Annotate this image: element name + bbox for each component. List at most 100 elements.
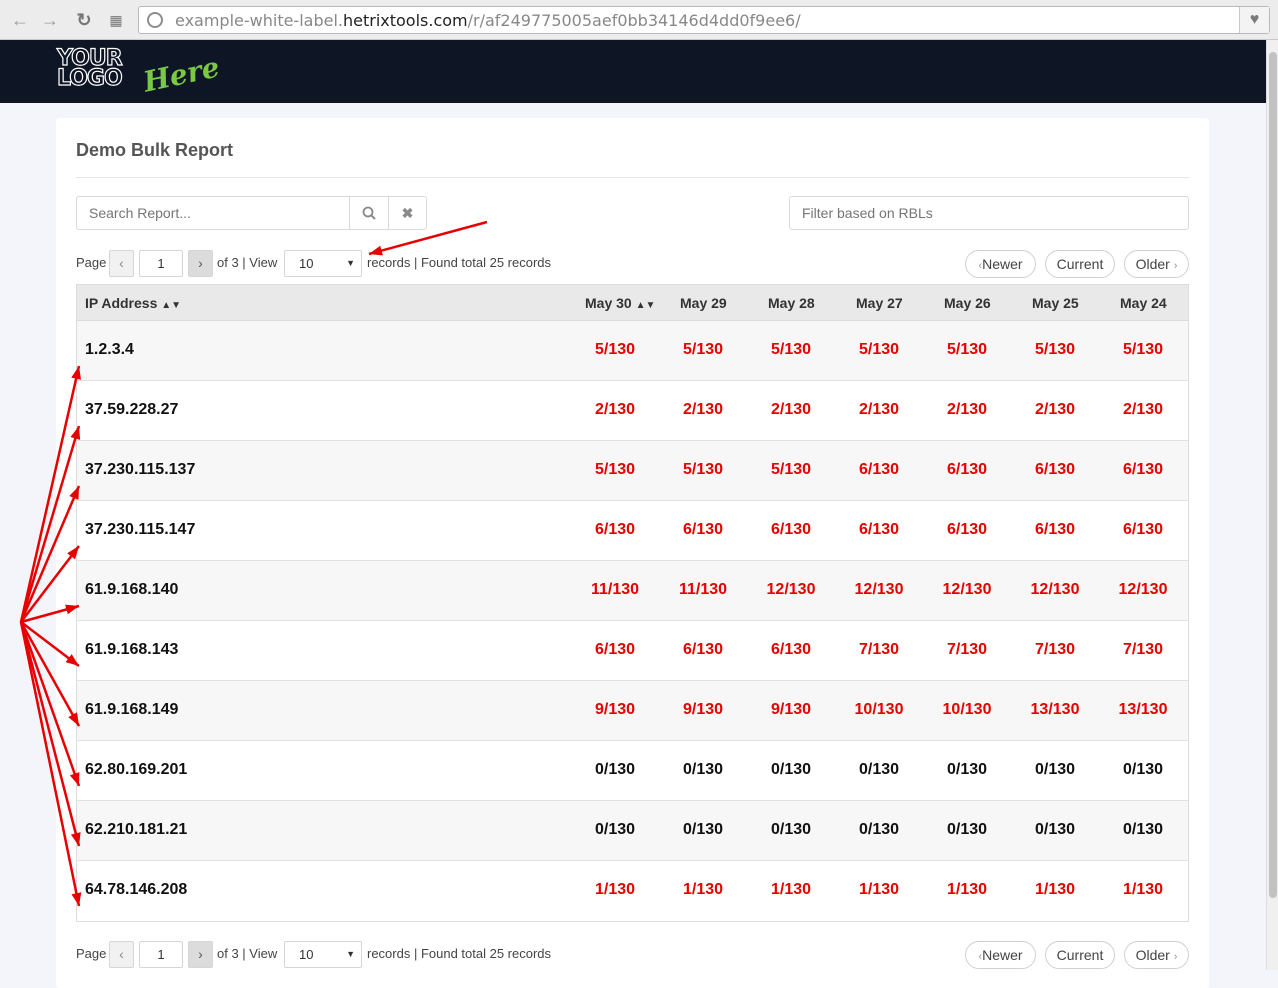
rbl-count-cell[interactable]: 12/130 <box>1099 581 1187 599</box>
rbl-count-cell[interactable]: 0/130 <box>923 821 1011 839</box>
rbl-count-cell[interactable]: 2/130 <box>1099 401 1187 419</box>
ip-address-cell[interactable]: 37.59.228.27 <box>85 401 178 419</box>
rbl-count-cell[interactable]: 0/130 <box>659 761 747 779</box>
rbl-count-cell[interactable]: 0/130 <box>1011 761 1099 779</box>
ip-address-cell[interactable]: 61.9.168.143 <box>85 641 178 659</box>
rbl-count-cell[interactable]: 2/130 <box>923 401 1011 419</box>
rbl-count-cell[interactable]: 5/130 <box>571 461 659 479</box>
rbl-count-cell[interactable]: 1/130 <box>571 881 659 899</box>
address-bar[interactable]: example-white-label.hetrixtools.com/r/af… <box>138 6 1270 34</box>
rbl-count-cell[interactable]: 7/130 <box>835 641 923 659</box>
rbl-count-cell[interactable]: 6/130 <box>835 521 923 539</box>
current-button[interactable]: Current <box>1045 941 1115 969</box>
rbl-count-cell[interactable]: 5/130 <box>923 341 1011 359</box>
rbl-count-cell[interactable]: 9/130 <box>747 701 835 719</box>
ip-address-cell[interactable]: 64.78.146.208 <box>85 881 187 899</box>
next-page-button[interactable]: › <box>188 941 213 968</box>
rbl-count-cell[interactable]: 11/130 <box>571 581 659 599</box>
rbl-count-cell[interactable]: 11/130 <box>659 581 747 599</box>
ip-address-cell[interactable]: 1.2.3.4 <box>85 341 134 359</box>
rbl-count-cell[interactable]: 0/130 <box>747 821 835 839</box>
rbl-count-cell[interactable]: 6/130 <box>659 641 747 659</box>
rbl-count-cell[interactable]: 0/130 <box>571 821 659 839</box>
logo[interactable]: YOUR LOGO Here <box>56 45 222 100</box>
rbl-count-cell[interactable]: 1/130 <box>1099 881 1187 899</box>
rbl-count-cell[interactable]: 0/130 <box>571 761 659 779</box>
rbl-count-cell[interactable]: 6/130 <box>923 521 1011 539</box>
rbl-count-cell[interactable]: 6/130 <box>835 461 923 479</box>
column-header-date[interactable]: May 30 ▲▼ <box>585 295 655 311</box>
older-button[interactable]: Older › <box>1124 250 1189 278</box>
rbl-count-cell[interactable]: 5/130 <box>571 341 659 359</box>
rbl-count-cell[interactable]: 0/130 <box>1099 761 1187 779</box>
rbl-count-cell[interactable]: 2/130 <box>1011 401 1099 419</box>
sort-icon[interactable]: ▲▼ <box>161 300 181 311</box>
rbl-filter-input[interactable] <box>789 196 1189 230</box>
rbl-count-cell[interactable]: 0/130 <box>747 761 835 779</box>
rbl-count-cell[interactable]: 2/130 <box>571 401 659 419</box>
rbl-count-cell[interactable]: 2/130 <box>747 401 835 419</box>
page-scrollbar[interactable] <box>1266 40 1278 970</box>
newer-button[interactable]: ‹Newer <box>965 250 1036 278</box>
rbl-count-cell[interactable]: 5/130 <box>659 341 747 359</box>
rbl-count-cell[interactable]: 6/130 <box>1099 521 1187 539</box>
rbl-count-cell[interactable]: 0/130 <box>923 761 1011 779</box>
ip-address-cell[interactable]: 62.80.169.201 <box>85 761 187 779</box>
rbl-count-cell[interactable]: 1/130 <box>747 881 835 899</box>
rbl-count-cell[interactable]: 6/130 <box>747 641 835 659</box>
rbl-count-cell[interactable]: 5/130 <box>747 341 835 359</box>
rbl-count-cell[interactable]: 7/130 <box>1099 641 1187 659</box>
scrollbar-thumb[interactable] <box>1269 52 1277 898</box>
apps-grid-icon[interactable]: ▦ <box>104 8 128 32</box>
rbl-count-cell[interactable]: 12/130 <box>923 581 1011 599</box>
rbl-count-cell[interactable]: 5/130 <box>1099 341 1187 359</box>
rbl-count-cell[interactable]: 12/130 <box>835 581 923 599</box>
rbl-count-cell[interactable]: 12/130 <box>1011 581 1099 599</box>
rbl-count-cell[interactable]: 9/130 <box>571 701 659 719</box>
rbl-count-cell[interactable]: 6/130 <box>1011 461 1099 479</box>
rbl-count-cell[interactable]: 6/130 <box>571 641 659 659</box>
ip-address-cell[interactable]: 61.9.168.140 <box>85 581 178 599</box>
rbl-count-cell[interactable]: 13/130 <box>1011 701 1099 719</box>
rbl-count-cell[interactable]: 13/130 <box>1099 701 1187 719</box>
heart-icon[interactable]: ♥ <box>1239 7 1269 33</box>
forward-arrow-icon[interactable]: → <box>38 8 62 32</box>
reload-icon[interactable]: ↻ <box>72 8 96 32</box>
ip-address-cell[interactable]: 62.210.181.21 <box>85 821 187 839</box>
column-header-ip[interactable]: IP Address ▲▼ <box>85 295 181 311</box>
ip-address-cell[interactable]: 37.230.115.137 <box>85 461 195 479</box>
rbl-count-cell[interactable]: 5/130 <box>835 341 923 359</box>
rbl-count-cell[interactable]: 1/130 <box>1011 881 1099 899</box>
search-input[interactable] <box>77 197 349 229</box>
newer-button[interactable]: ‹Newer <box>965 941 1036 969</box>
rbl-count-cell[interactable]: 5/130 <box>659 461 747 479</box>
rbl-count-cell[interactable]: 10/130 <box>835 701 923 719</box>
page-number-input[interactable]: 1 <box>139 941 183 968</box>
sort-icon[interactable]: ▲▼ <box>636 300 656 311</box>
next-page-button[interactable]: › <box>188 250 213 277</box>
rbl-count-cell[interactable]: 6/130 <box>571 521 659 539</box>
rbl-count-cell[interactable]: 0/130 <box>1099 821 1187 839</box>
rbl-count-cell[interactable]: 7/130 <box>1011 641 1099 659</box>
rbl-count-cell[interactable]: 6/130 <box>1099 461 1187 479</box>
rbl-count-cell[interactable]: 2/130 <box>659 401 747 419</box>
url-text[interactable]: example-white-label.hetrixtools.com/r/af… <box>175 11 801 30</box>
rbl-count-cell[interactable]: 0/130 <box>835 821 923 839</box>
rbl-count-cell[interactable]: 6/130 <box>1011 521 1099 539</box>
rbl-count-cell[interactable]: 12/130 <box>747 581 835 599</box>
prev-page-button[interactable]: ‹ <box>109 250 134 277</box>
rbl-count-cell[interactable]: 7/130 <box>923 641 1011 659</box>
rbl-count-cell[interactable]: 0/130 <box>835 761 923 779</box>
rbl-count-cell[interactable]: 1/130 <box>923 881 1011 899</box>
ip-address-cell[interactable]: 61.9.168.149 <box>85 701 178 719</box>
rbl-count-cell[interactable]: 0/130 <box>1011 821 1099 839</box>
back-arrow-icon[interactable]: ← <box>8 8 32 32</box>
view-count-select[interactable]: 10 ▼ <box>284 941 362 968</box>
rbl-count-cell[interactable]: 1/130 <box>835 881 923 899</box>
rbl-count-cell[interactable]: 0/130 <box>659 821 747 839</box>
rbl-count-cell[interactable]: 10/130 <box>923 701 1011 719</box>
clear-icon[interactable]: ✖ <box>388 197 426 229</box>
rbl-count-cell[interactable]: 9/130 <box>659 701 747 719</box>
rbl-count-cell[interactable]: 6/130 <box>659 521 747 539</box>
search-icon[interactable] <box>349 197 388 229</box>
